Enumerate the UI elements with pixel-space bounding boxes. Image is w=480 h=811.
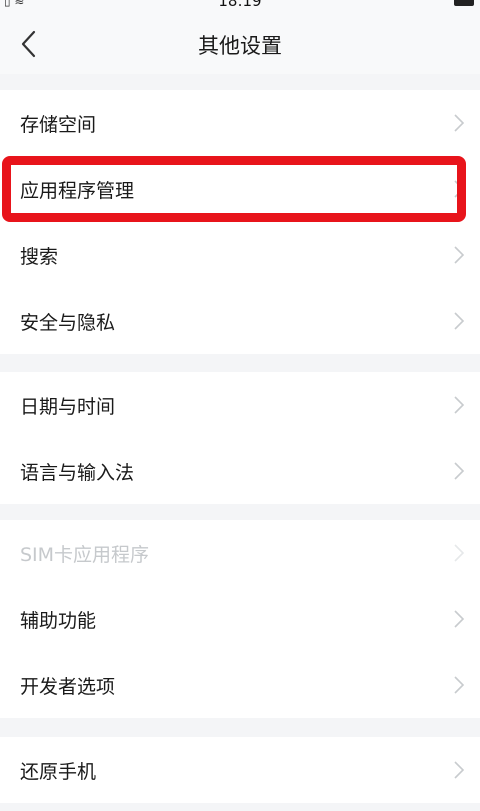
row-sim-apps: SIM卡应用程序 bbox=[0, 520, 480, 586]
row-accessibility[interactable]: 辅助功能 bbox=[0, 586, 480, 652]
chevron-right-icon bbox=[454, 610, 465, 628]
row-label: SIM卡应用程序 bbox=[20, 543, 150, 566]
row-label: 辅助功能 bbox=[20, 609, 97, 632]
settings-group-1: 存储空间 应用程序管理 搜索 安全与隐私 bbox=[0, 90, 480, 354]
row-date-time[interactable]: 日期与时间 bbox=[0, 372, 480, 438]
row-developer-options[interactable]: 开发者选项 bbox=[0, 652, 480, 718]
chevron-right-icon bbox=[454, 462, 465, 480]
row-language-input[interactable]: 语言与输入法 bbox=[0, 438, 480, 504]
row-label: 语言与输入法 bbox=[20, 461, 135, 484]
chevron-right-icon bbox=[454, 676, 465, 694]
settings-group-2: 日期与时间 语言与输入法 bbox=[0, 372, 480, 504]
row-app-management[interactable]: 应用程序管理 bbox=[0, 156, 480, 222]
battery-icon bbox=[454, 0, 474, 6]
chevron-right-icon bbox=[454, 544, 465, 562]
row-label: 安全与隐私 bbox=[20, 311, 116, 334]
row-search[interactable]: 搜索 bbox=[0, 222, 480, 288]
row-label: 存储空间 bbox=[20, 113, 97, 136]
status-bar: ▯ ≋ 18:19 bbox=[0, 0, 480, 12]
chevron-right-icon bbox=[454, 114, 465, 132]
settings-group-3: SIM卡应用程序 辅助功能 开发者选项 bbox=[0, 520, 480, 718]
row-label: 还原手机 bbox=[20, 760, 97, 783]
row-label: 搜索 bbox=[20, 245, 59, 268]
page-title: 其他设置 bbox=[198, 34, 282, 58]
header-bar: 其他设置 bbox=[0, 12, 480, 74]
row-storage[interactable]: 存储空间 bbox=[0, 90, 480, 156]
row-label: 日期与时间 bbox=[20, 395, 116, 418]
row-reset-phone[interactable]: 还原手机 bbox=[0, 737, 480, 803]
chevron-right-icon bbox=[454, 396, 465, 414]
status-time: 18:19 bbox=[218, 0, 262, 10]
chevron-right-icon bbox=[454, 312, 465, 330]
row-label: 应用程序管理 bbox=[20, 179, 135, 202]
settings-group-4: 还原手机 bbox=[0, 737, 480, 803]
back-button[interactable] bbox=[8, 26, 48, 62]
back-arrow-icon bbox=[21, 30, 36, 58]
chevron-right-icon bbox=[454, 761, 465, 779]
row-security-privacy[interactable]: 安全与隐私 bbox=[0, 288, 480, 354]
chevron-right-icon bbox=[454, 180, 465, 198]
chevron-right-icon bbox=[454, 246, 465, 264]
row-label: 开发者选项 bbox=[20, 675, 116, 698]
